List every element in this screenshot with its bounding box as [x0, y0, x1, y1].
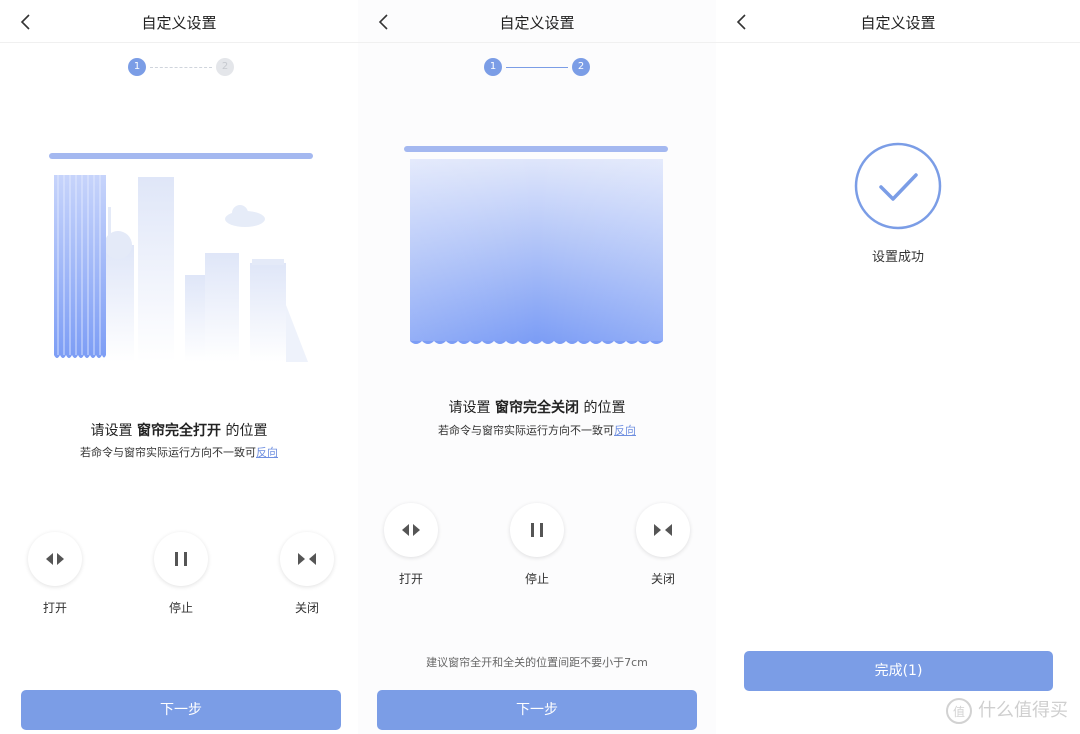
open-label: 打开 — [398, 572, 423, 586]
close-control: 关闭 — [279, 532, 335, 616]
open-arrows-icon — [46, 553, 64, 565]
screen-success: 自定义设置 设置成功 完成(1) 值什么值得买 — [716, 0, 1080, 734]
step-2-dot: 2 — [216, 58, 234, 76]
open-control: 打开 — [27, 532, 83, 616]
reverse-link[interactable]: 反向 — [614, 424, 636, 437]
close-label: 关闭 — [650, 572, 675, 586]
curtain-rod — [49, 153, 313, 159]
screen-open-position: 自定义设置 1 2 请设置 窗帘完全打开 的位置 若命令与窗帘实际运行方向不一致… — [0, 0, 358, 734]
watermark-text: 什么值得买 — [978, 700, 1068, 721]
instruction-prefix: 请设置 — [448, 400, 495, 416]
pause-icon — [531, 523, 543, 537]
open-label: 打开 — [42, 601, 67, 615]
curtain-closed-illustration — [404, 146, 668, 344]
open-control: 打开 — [383, 503, 439, 587]
next-step-button[interactable]: 下一步 — [377, 690, 697, 730]
screen-close-position: 自定义设置 1 2 请设置 窗帘完全关闭 的位置 若命令与窗帘实际运行方向不一致… — [358, 0, 716, 734]
stop-control: 停止 — [153, 532, 209, 616]
success-message: 设置成功 — [871, 250, 924, 265]
instruction-emphasis: 窗帘完全关闭 — [495, 400, 579, 416]
step-indicator: 1 2 — [128, 58, 234, 76]
next-step-button[interactable]: 下一步 — [21, 690, 341, 730]
stop-label: 停止 — [524, 572, 549, 586]
stop-button[interactable] — [510, 503, 564, 557]
direction-note-text: 若命令与窗帘实际运行方向不一致可 — [438, 424, 614, 437]
step-connector — [150, 67, 212, 68]
step-connector — [506, 67, 568, 68]
close-arrows-icon — [298, 553, 316, 565]
close-control: 关闭 — [635, 503, 691, 587]
instruction-prefix: 请设置 — [90, 423, 137, 439]
close-label: 关闭 — [294, 601, 319, 615]
instruction-emphasis: 窗帘完全打开 — [137, 423, 221, 439]
stop-control: 停止 — [509, 503, 565, 587]
direction-note: 若命令与窗帘实际运行方向不一致可反向 — [358, 422, 716, 438]
close-arrows-icon — [654, 524, 672, 536]
stop-label: 停止 — [168, 601, 193, 615]
city-skyline — [102, 177, 308, 362]
watermark: 值什么值得买 — [946, 696, 1068, 724]
direction-note: 若命令与窗帘实际运行方向不一致可反向 — [0, 444, 358, 460]
curtain-open-illustration — [49, 153, 313, 362]
instruction-suffix: 的位置 — [579, 400, 626, 416]
instruction-text: 请设置 窗帘完全打开 的位置 — [0, 420, 358, 440]
step-1-dot: 1 — [128, 58, 146, 76]
reverse-link[interactable]: 反向 — [256, 446, 278, 459]
page-title: 自定义设置 — [860, 14, 936, 32]
instruction-suffix: 的位置 — [221, 423, 268, 439]
close-button[interactable] — [636, 503, 690, 557]
nav-bar: 自定义设置 — [358, 0, 716, 43]
instruction-text: 请设置 窗帘完全关闭 的位置 — [358, 397, 716, 417]
step-1-dot: 1 — [484, 58, 502, 76]
pause-icon — [175, 552, 187, 566]
step-2-dot: 2 — [572, 58, 590, 76]
watermark-logo-icon: 值 — [946, 698, 972, 724]
spacing-hint: 建议窗帘全开和全关的位置间距不要小于7cm — [426, 656, 648, 669]
gathered-curtain — [54, 175, 106, 358]
page-title: 自定义设置 — [499, 14, 575, 32]
nav-bar: 自定义设置 — [0, 0, 358, 43]
curtain-rod — [404, 146, 668, 152]
stop-button[interactable] — [154, 532, 208, 586]
step-indicator: 1 2 — [484, 58, 590, 76]
closed-curtain — [410, 159, 663, 344]
nav-bar: 自定义设置 — [716, 0, 1080, 43]
success-check-icon — [854, 142, 942, 230]
open-button[interactable] — [384, 503, 438, 557]
close-button[interactable] — [280, 532, 334, 586]
page-title: 自定义设置 — [141, 14, 217, 32]
direction-note-text: 若命令与窗帘实际运行方向不一致可 — [80, 446, 256, 459]
finish-button[interactable]: 完成(1) — [744, 651, 1053, 691]
open-arrows-icon — [402, 524, 420, 536]
open-button[interactable] — [28, 532, 82, 586]
